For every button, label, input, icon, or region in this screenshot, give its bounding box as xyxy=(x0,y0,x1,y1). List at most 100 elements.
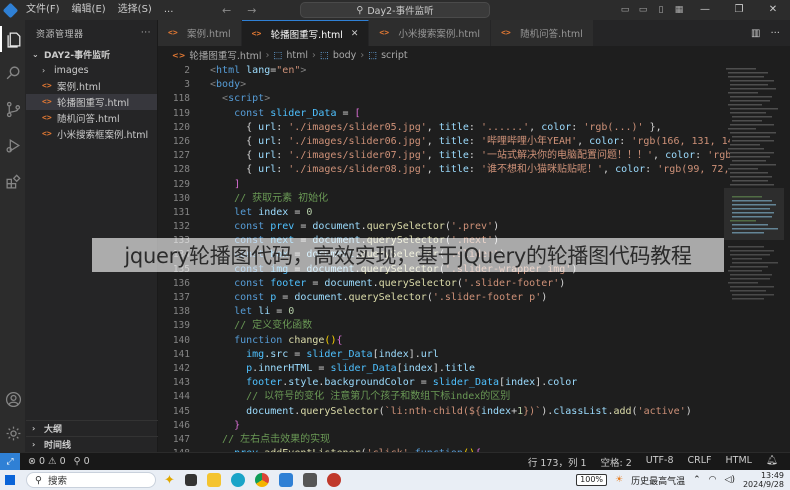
settings-gear-icon[interactable] xyxy=(0,420,26,446)
menu-file[interactable]: 文件(F) xyxy=(20,0,66,20)
taskbar-search[interactable]: ⚲ 搜索 xyxy=(26,472,156,488)
timeline-section[interactable]: › 时间线 xyxy=(26,436,158,452)
more-actions-icon[interactable]: ··· xyxy=(770,28,780,39)
code-line: <html lang="en"> xyxy=(210,65,307,76)
tree-item-xiaomi-search-html[interactable]: <> 小米搜索框案例.html xyxy=(26,126,157,142)
tree-item-random-qa-html[interactable]: <> 随机问答.html xyxy=(26,110,157,126)
tab-carousel-html[interactable]: <> 轮播图重写.html ✕ xyxy=(241,20,370,46)
tag-icon: ⬚ xyxy=(273,49,283,61)
chevron-down-icon: ⌄ xyxy=(32,49,39,59)
code-line: img.src = slider_Data[index].url xyxy=(246,348,439,360)
weather-icon: ☀ xyxy=(615,475,624,485)
battery-indicator[interactable]: 100% xyxy=(576,474,608,486)
close-window-icon[interactable]: ✕ xyxy=(756,0,790,20)
title-overlay-banner: jquery轮播图代码，高效实现，基于jQuery的轮播图代码教程 xyxy=(92,238,724,272)
code-line: p.innerHTML = slider_Data[index].title xyxy=(246,362,475,374)
edge-browser-icon[interactable] xyxy=(230,473,245,487)
code-line: } xyxy=(234,419,241,431)
code-line: let li = 0 xyxy=(234,306,295,318)
overlay-title: jquery轮播图代码，高效实现，基于jQuery的轮播图代码教程 xyxy=(124,244,692,268)
volume-icon[interactable]: ◁) xyxy=(725,475,735,485)
layout-panel-icon[interactable]: ▭ xyxy=(634,0,652,20)
weather-text[interactable]: 历史最高气温 xyxy=(631,474,685,487)
editor-tabs: <> 案例.html <> 轮播图重写.html ✕ <> 小米搜索案例.htm… xyxy=(158,20,790,46)
back-arrow-icon[interactable]: ← xyxy=(222,4,231,17)
wifi-icon[interactable]: ◠ xyxy=(709,475,717,485)
problems-count[interactable]: ⊗ 0 ⚠ 0 xyxy=(28,456,66,467)
ports-count[interactable]: ⚲ 0 xyxy=(74,456,90,467)
menu-more[interactable]: ... xyxy=(158,0,180,20)
split-editor-icon[interactable]: ▥ xyxy=(751,28,760,39)
command-center[interactable]: ⚲ Day2-事件监听 xyxy=(300,2,490,18)
chevron-right-icon: › xyxy=(312,49,316,61)
tree-item-case-html[interactable]: <> 案例.html xyxy=(26,78,157,94)
layout-icon[interactable]: ▭ xyxy=(616,0,634,20)
explorer-header: 资源管理器 ··· xyxy=(26,20,157,46)
explorer-title: 资源管理器 xyxy=(36,29,84,40)
tab-xiaomi-search-html[interactable]: <> 小米搜索案例.html xyxy=(369,20,492,46)
forward-arrow-icon[interactable]: → xyxy=(247,4,256,17)
minimize-icon[interactable]: — xyxy=(688,0,722,20)
task-view-icon[interactable] xyxy=(184,474,197,486)
line-number: 129 xyxy=(172,178,190,190)
more-actions-icon[interactable]: ··· xyxy=(141,28,151,38)
tree-item-label: 轮播图重写.html xyxy=(57,98,130,109)
breadcrumb-file[interactable]: 轮播图重写.html xyxy=(189,48,261,62)
layout-sidebar-icon[interactable]: ▯ xyxy=(652,0,670,20)
cursor-position[interactable]: 行 173，列 1 xyxy=(528,455,587,469)
code-line: // 左右点击效果的实现 xyxy=(222,433,331,445)
account-icon[interactable] xyxy=(0,386,26,412)
activity-bar xyxy=(0,20,26,452)
chrome-browser-icon[interactable] xyxy=(254,473,269,487)
search-icon: ⚲ xyxy=(35,474,42,486)
tree-item-carousel-html[interactable]: <> 轮播图重写.html xyxy=(26,94,157,110)
line-number: 127 xyxy=(172,150,190,162)
tree-item-label: 案例.html xyxy=(57,82,101,93)
notifications-bell-icon[interactable]: 🔔︎ xyxy=(766,455,778,469)
tag-icon: ⬚ xyxy=(319,49,329,61)
source-control-icon[interactable] xyxy=(0,96,26,122)
explorer-icon[interactable] xyxy=(0,26,26,52)
taskbar-search-label: 搜索 xyxy=(47,476,67,487)
remote-icon[interactable]: ⤢ xyxy=(0,452,20,471)
tab-random-qa-html[interactable]: <> 随机问答.html xyxy=(491,20,594,46)
customize-layout-icon[interactable]: ▦ xyxy=(670,0,688,20)
breadcrumb-html[interactable]: html xyxy=(286,50,308,61)
search-view-icon[interactable] xyxy=(0,60,26,86)
status-bar: ⤢ ⊗ 0 ⚠ 0 ⚲ 0 行 173，列 1 空格: 2 UTF-8 CRLF… xyxy=(0,452,790,471)
menu-selection[interactable]: 选择(S) xyxy=(112,0,158,20)
breadcrumb-script[interactable]: script xyxy=(381,50,407,61)
outline-section[interactable]: › 大纲 xyxy=(26,420,158,436)
store-app-icon[interactable] xyxy=(302,473,317,487)
run-debug-icon[interactable] xyxy=(0,132,26,158)
search-icon: ⚲ xyxy=(356,4,364,16)
clock-time: 13:49 xyxy=(760,471,784,480)
tree-item-images[interactable]: › images xyxy=(26,62,157,78)
extensions-icon[interactable] xyxy=(0,168,26,194)
html-file-icon: <> xyxy=(172,50,186,60)
menu-edit[interactable]: 编辑(E) xyxy=(66,0,112,20)
vscode-app-icon[interactable] xyxy=(278,473,293,487)
chevron-right-icon: › xyxy=(42,65,46,75)
close-tab-icon[interactable]: ✕ xyxy=(351,29,359,39)
language-mode[interactable]: HTML xyxy=(726,455,752,469)
project-folder[interactable]: ⌄ DAY2-事件监听 xyxy=(26,46,157,62)
breadcrumb-body[interactable]: body xyxy=(333,50,357,61)
clock[interactable]: 13:49 2024/9/28 xyxy=(743,471,784,489)
file-encoding[interactable]: UTF-8 xyxy=(646,455,674,469)
record-app-icon[interactable] xyxy=(326,473,341,487)
minimap[interactable] xyxy=(724,64,784,452)
sparkle-icon[interactable]: ✦ xyxy=(164,473,175,488)
file-explorer-icon[interactable] xyxy=(206,473,221,487)
windows-taskbar: ⚲ 搜索 ✦ 100% ☀ 历史最高气温 ⌃ ◠ ◁) 13:49 2024/9… xyxy=(0,470,790,490)
end-of-line[interactable]: CRLF xyxy=(688,455,712,469)
windows-start-icon[interactable] xyxy=(0,470,20,490)
indentation[interactable]: 空格: 2 xyxy=(601,455,632,469)
taskbar-apps: ✦ xyxy=(164,473,341,488)
tab-case-html[interactable]: <> 案例.html xyxy=(158,20,242,46)
tray-chevron-up-icon[interactable]: ⌃ xyxy=(693,475,701,485)
code-line: <body> xyxy=(210,79,247,91)
maximize-icon[interactable]: ❐ xyxy=(722,0,756,20)
code-line: { url: './images/slider06.jpg', title: '… xyxy=(210,135,730,147)
explorer-sidebar: 资源管理器 ··· ⌄ DAY2-事件监听 › images <> 案例.htm… xyxy=(26,20,158,452)
